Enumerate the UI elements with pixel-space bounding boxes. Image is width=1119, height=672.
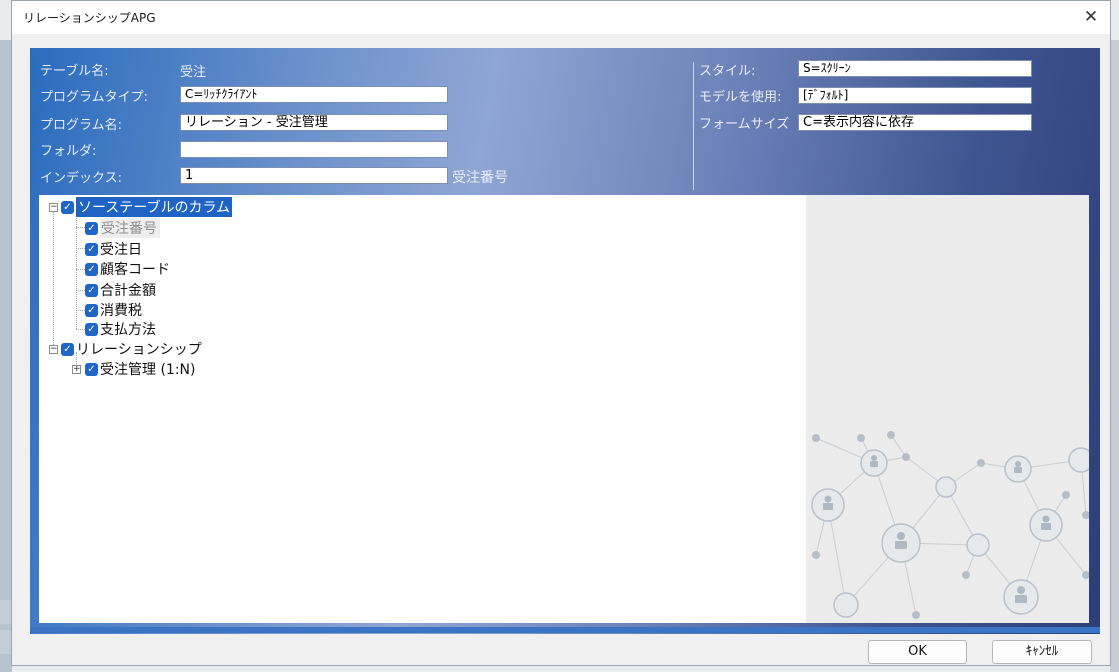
program-type-field[interactable]: C=ﾘｯﾁｸﾗｲｱﾝﾄ [180, 86, 448, 103]
model-label: モデルを使用: [699, 90, 782, 105]
check-icon[interactable]: ✓ [85, 362, 98, 376]
check-icon[interactable]: ✓ [61, 342, 74, 356]
tree-node-label: リレーションシップ [76, 342, 202, 358]
model-field[interactable]: [ﾃﾞﾌｫﾙﾄ] [798, 87, 1032, 104]
tree-node-label: 顧客コード [100, 262, 170, 278]
header-section: テーブル名: 受注 プログラムタイプ: C=ﾘｯﾁｸﾗｲｱﾝﾄ プログラム名: … [30, 48, 1100, 198]
network-graphic [811, 431, 1089, 619]
tree-line [76, 248, 85, 249]
tree-node-label: ソーステーブルのカラム [76, 197, 233, 217]
check-icon[interactable]: ✓ [85, 322, 98, 336]
check-icon[interactable]: ✓ [85, 283, 98, 297]
tree-node-column[interactable]: ✓ 合計金額 [85, 280, 156, 300]
tree-node-label: 消費税 [100, 303, 142, 319]
tree-line [76, 310, 85, 311]
tree-node-relationship[interactable]: ✓ 受注管理 (1:N) [85, 359, 195, 379]
table-name-value: 受注 [180, 65, 207, 80]
tree-node-label: 受注番号 [100, 218, 160, 238]
style-label: スタイル: [699, 64, 756, 79]
check-icon[interactable]: ✓ [85, 303, 98, 317]
folder-field[interactable] [180, 141, 448, 158]
plus-box-icon[interactable]: + [72, 365, 81, 374]
column-tree[interactable]: − ✓ ソーステーブルのカラム ✓ 受注番号 ✓ 受注日 ✓ 顧客コード ✓ 合… [39, 195, 806, 623]
tree-node-column[interactable]: ✓ 支払方法 [85, 319, 156, 339]
folder-label: フォルダ: [40, 144, 97, 159]
tree-line [76, 269, 85, 270]
tree-line [76, 212, 77, 329]
tree-node-label: 受注管理 (1:N) [100, 362, 196, 378]
ok-button[interactable]: OK [868, 640, 967, 664]
form-size-label: フォームサイズ [699, 117, 790, 132]
tree-node-relationships[interactable]: ✓ リレーションシップ [61, 339, 202, 359]
index-description: 受注番号 [452, 170, 508, 186]
title-bar: リレーションシップAPG ✕ [12, 1, 1110, 34]
cancel-button[interactable]: ｷｬﾝｾﾙ [992, 640, 1092, 664]
minus-box-icon[interactable]: − [49, 203, 58, 212]
tree-line [76, 227, 85, 228]
background-window-right [1110, 40, 1119, 672]
form-size-field[interactable]: C=表示内容に依存 [798, 114, 1032, 131]
minus-box-icon[interactable]: − [49, 345, 58, 354]
tree-node-column[interactable]: ✓ 顧客コード [85, 259, 170, 279]
style-field[interactable]: S=ｽｸﾘｰﾝ [798, 60, 1032, 77]
program-type-label: プログラムタイプ: [40, 90, 148, 105]
index-field[interactable]: 1 [180, 167, 448, 184]
check-icon[interactable]: ✓ [85, 242, 98, 256]
tree-node-source-columns[interactable]: ✓ ソーステーブルのカラム [61, 197, 233, 217]
check-icon[interactable]: ✓ [85, 262, 98, 276]
check-icon[interactable]: ✓ [61, 200, 74, 214]
close-icon[interactable]: ✕ [1080, 7, 1102, 27]
index-label: インデックス: [40, 171, 122, 186]
tree-line [76, 329, 85, 330]
tree-line [76, 290, 85, 291]
relationship-apg-dialog: リレーションシップAPG ✕ テーブル名: 受注 プログラムタイプ: C=ﾘｯﾁ… [11, 0, 1111, 666]
tree-node-label: 合計金額 [100, 283, 156, 299]
main-panel: テーブル名: 受注 プログラムタイプ: C=ﾘｯﾁｸﾗｲｱﾝﾄ プログラム名: … [30, 48, 1100, 634]
check-icon[interactable]: ✓ [85, 221, 98, 235]
tree-node-column[interactable]: ✓ 消費税 [85, 300, 142, 320]
table-name-label: テーブル名: [40, 64, 109, 79]
tree-line [53, 207, 54, 351]
program-name-label: プログラム名: [40, 118, 122, 133]
tree-node-label: 受注日 [100, 242, 142, 258]
tree-node-label: 支払方法 [100, 322, 156, 338]
panel-bottom-edge [30, 627, 1100, 633]
network-illustration [806, 195, 1089, 623]
window-title: リレーションシップAPG [23, 11, 156, 25]
tree-node-column[interactable]: ✓ 受注番号 [85, 218, 160, 238]
header-divider [693, 62, 694, 190]
tree-node-column[interactable]: ✓ 受注日 [85, 239, 142, 259]
program-name-field[interactable]: リレーション - 受注管理 [180, 114, 448, 131]
